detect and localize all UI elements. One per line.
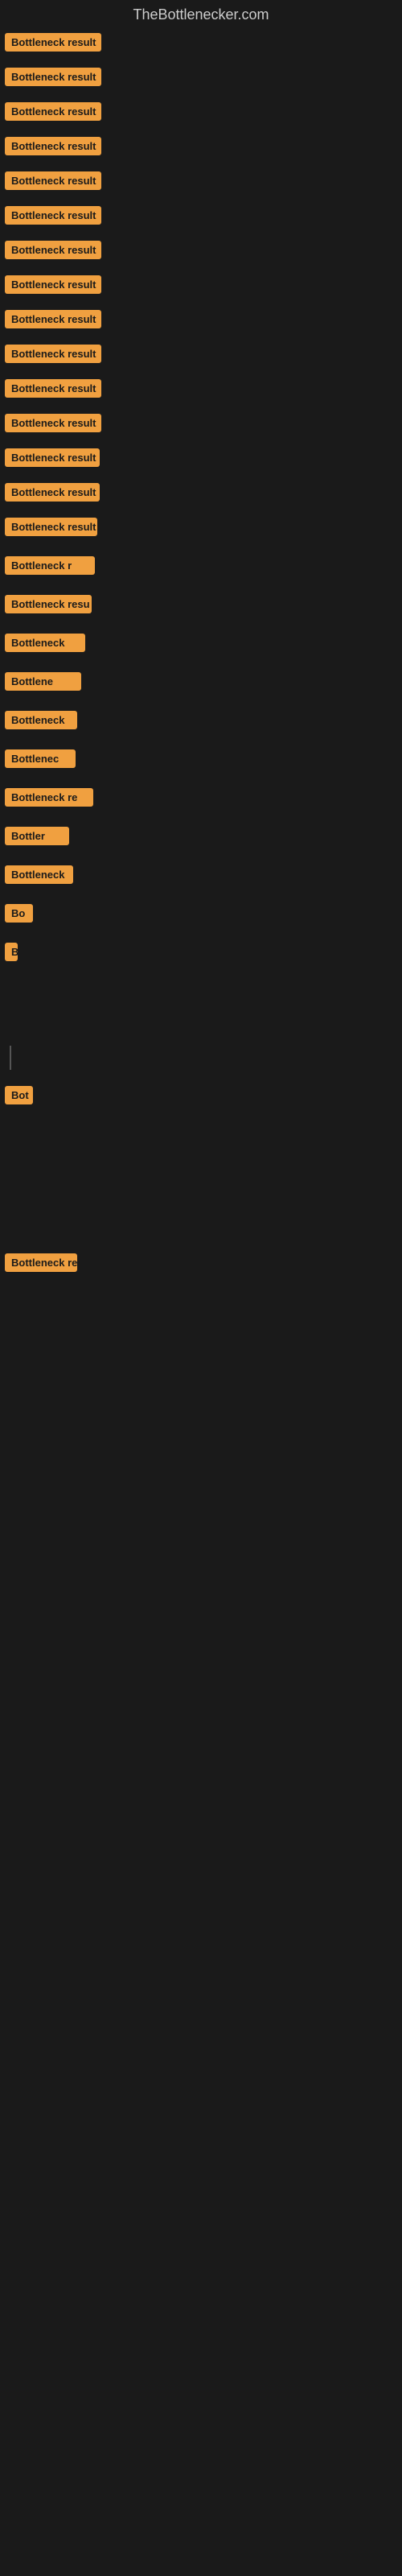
list-item: Bottleneck <box>2 634 402 656</box>
bottleneck-label[interactable]: Bottleneck re <box>5 1253 77 1272</box>
list-item: Bottleneck result <box>2 33 402 52</box>
bottleneck-label[interactable]: Bottleneck result <box>5 483 100 502</box>
bottleneck-label[interactable]: Bottleneck result <box>5 379 101 398</box>
list-item: Bottleneck result <box>2 448 402 467</box>
empty-row-5 <box>2 1189 402 1221</box>
list-item: Bottleneck result <box>2 241 402 259</box>
list-item: Bottleneck result <box>2 483 402 502</box>
bottleneck-label[interactable]: Bottleneck result <box>5 310 101 328</box>
empty-row-16 <box>2 1582 402 1614</box>
list-item: Bottleneck re <box>2 1253 402 1276</box>
list-item: Bottleneck result <box>2 518 402 540</box>
empty-row-3 <box>2 1125 402 1157</box>
bottleneck-label[interactable]: B <box>5 943 18 961</box>
list-item: Bottleneck result <box>2 171 402 190</box>
empty-row-8 <box>2 1324 402 1356</box>
empty-row-6 <box>2 1221 402 1253</box>
bottleneck-label[interactable]: Bottler <box>5 827 69 845</box>
list-item: Bo <box>2 904 402 927</box>
bottleneck-label[interactable]: Bottlene <box>5 672 81 691</box>
empty-row-13 <box>2 1485 402 1517</box>
thin-line <box>10 1046 11 1070</box>
bottleneck-label[interactable]: Bottleneck result <box>5 137 101 155</box>
bottleneck-label[interactable]: Bottleneck result <box>5 414 101 432</box>
list-item: Bot <box>2 1086 402 1108</box>
empty-row-4 <box>2 1157 402 1189</box>
bottleneck-label[interactable]: Bottleneck re <box>5 788 93 807</box>
bottleneck-label[interactable]: Bottleneck result <box>5 33 101 52</box>
bottleneck-label[interactable]: Bottleneck resu <box>5 595 92 613</box>
list-item: Bottleneck result <box>2 102 402 121</box>
list-item: Bottler <box>2 827 402 849</box>
bottleneck-label[interactable]: Bottleneck result <box>5 518 97 536</box>
list-item: Bottleneck result <box>2 345 402 363</box>
list-item: Bottleneck result <box>2 414 402 432</box>
bottleneck-label[interactable]: Bottleneck <box>5 865 73 884</box>
empty-row-15 <box>2 1550 402 1582</box>
bottleneck-label[interactable]: Bottleneck result <box>5 241 101 259</box>
list-item: Bottleneck result <box>2 379 402 398</box>
list-item: Bottleneck result <box>2 206 402 225</box>
list-item: B <box>2 943 402 965</box>
empty-row-11 <box>2 1421 402 1453</box>
list-item: Bottleneck <box>2 865 402 888</box>
bottleneck-label[interactable]: Bottleneck result <box>5 206 101 225</box>
bottleneck-label[interactable]: Bottleneck <box>5 634 85 652</box>
empty-row-2 <box>2 1013 402 1046</box>
bottleneck-label[interactable]: Bottleneck result <box>5 171 101 190</box>
list-item: Bottleneck <box>2 711 402 733</box>
list-item: Bottleneck result <box>2 68 402 86</box>
list-item: Bottlene <box>2 672 402 695</box>
empty-row-1 <box>2 981 402 1013</box>
list-item: Bottleneck resu <box>2 595 402 617</box>
bottleneck-label[interactable]: Bottleneck result <box>5 345 101 363</box>
bottleneck-label[interactable]: Bottleneck result <box>5 68 101 86</box>
empty-row-14 <box>2 1517 402 1550</box>
empty-row-9 <box>2 1356 402 1389</box>
bottleneck-label[interactable]: Bottleneck <box>5 711 77 729</box>
bottleneck-label[interactable]: Bot <box>5 1086 33 1104</box>
list-item: Bottlenec <box>2 749 402 772</box>
bottleneck-label[interactable]: Bottleneck result <box>5 275 101 294</box>
bottleneck-label[interactable]: Bo <box>5 904 33 923</box>
empty-row-12 <box>2 1453 402 1485</box>
list-item: Bottleneck re <box>2 788 402 811</box>
bottleneck-label[interactable]: Bottlenec <box>5 749 76 768</box>
bottleneck-label[interactable]: Bottleneck r <box>5 556 95 575</box>
list-item: Bottleneck result <box>2 310 402 328</box>
empty-row-7 <box>2 1292 402 1324</box>
items-container: Bottleneck result Bottleneck result Bott… <box>0 33 402 1614</box>
site-title: TheBottlenecker.com <box>0 0 402 33</box>
bottleneck-label[interactable]: Bottleneck result <box>5 102 101 121</box>
list-item: Bottleneck result <box>2 137 402 155</box>
list-item: Bottleneck result <box>2 275 402 294</box>
empty-row-10 <box>2 1389 402 1421</box>
list-item: Bottleneck r <box>2 556 402 579</box>
bottleneck-label[interactable]: Bottleneck result <box>5 448 100 467</box>
